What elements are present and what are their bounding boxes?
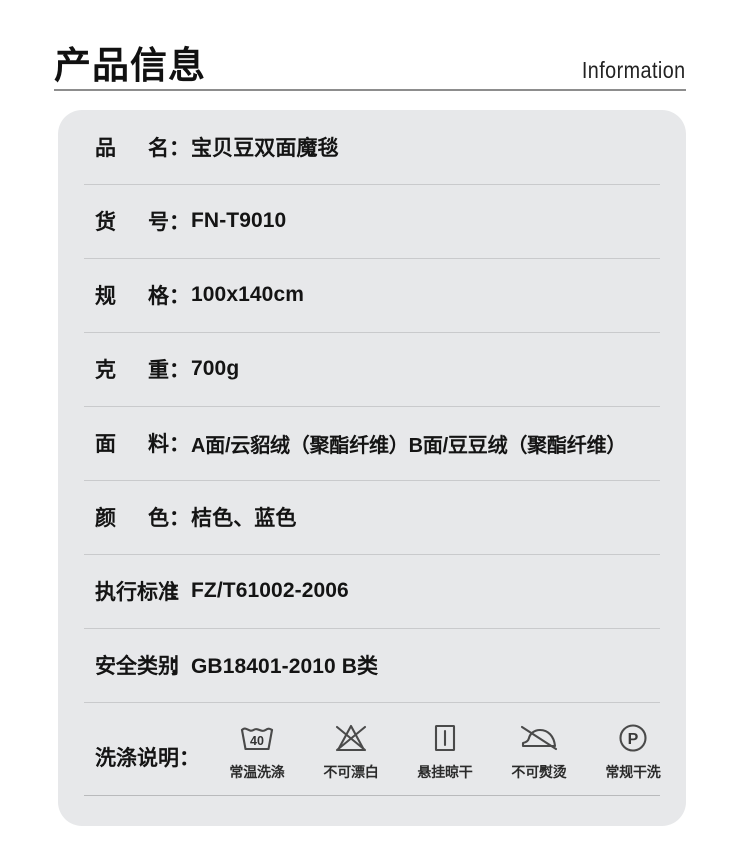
spec-row-value: FZ/T61002-2006	[191, 579, 349, 602]
dry-clean-p-icon: P	[619, 723, 647, 752]
spec-row-value: A面/云貂绒（聚酯纤维）B面/豆豆绒（聚酯纤维）	[191, 434, 627, 457]
care-symbol-glyph: P	[613, 719, 653, 757]
care-symbol-label: 不可漂白	[323, 763, 379, 780]
line-dry-icon	[434, 724, 456, 751]
do-not-iron-icon	[520, 725, 558, 750]
care-symbol-item: P 常规干洗	[594, 719, 672, 782]
care-symbol-glyph: 40	[237, 719, 277, 757]
spec-row-colon: ：	[169, 655, 190, 678]
spec-row: 货号 ： FN-T9010	[58, 184, 686, 258]
page-title: 产品信息	[54, 45, 206, 86]
spec-row: 品名 ： 宝贝豆双面魔毯	[58, 110, 686, 184]
spec-row: 执行标准 ： FZ/T61002-2006	[58, 554, 686, 628]
spec-row-value: 桔色、蓝色	[191, 507, 297, 530]
spec-row-value: 700g	[191, 357, 240, 380]
care-instructions-row: 洗涤说明： 40 常温洗涤 不可漂白 悬挂晾干 不可熨烫 P 常规干洗	[58, 702, 686, 798]
do-not-bleach-icon	[335, 724, 367, 751]
spec-row-label: 安全类别	[95, 655, 179, 678]
svg-text:P: P	[628, 731, 639, 748]
spec-row-colon: ：	[169, 581, 190, 604]
spec-row-label: 颜色	[95, 507, 169, 530]
spec-row-colon: ：	[169, 359, 190, 382]
spec-row-colon: ：	[169, 137, 190, 160]
spec-row: 安全类别 ： GB18401-2010 B类	[58, 628, 686, 702]
header-divider	[54, 89, 686, 91]
care-symbol-glyph	[517, 719, 561, 757]
spec-row: 颜色 ： 桔色、蓝色	[58, 480, 686, 554]
care-symbol-label: 不可熨烫	[511, 763, 567, 780]
spec-row: 克重 ： 700g	[58, 332, 686, 406]
svg-text:40: 40	[250, 734, 264, 748]
spec-row-colon: ：	[169, 285, 190, 308]
care-symbol-item: 悬挂晾干	[406, 719, 484, 782]
spec-row-colon: ：	[169, 507, 190, 530]
spec-row: 面料 ： A面/云貂绒（聚酯纤维）B面/豆豆绒（聚酯纤维）	[58, 406, 686, 480]
spec-row-label: 规格	[95, 285, 169, 308]
care-symbol-item: 不可漂白	[312, 719, 390, 782]
spec-row-label: 克重	[95, 359, 169, 382]
care-symbol-label: 悬挂晾干	[417, 763, 473, 780]
spec-row-label: 面料	[95, 433, 169, 456]
care-symbol-item: 40 常温洗涤	[218, 719, 296, 782]
spec-row-value: FN-T9010	[191, 209, 287, 232]
spec-row-value: GB18401-2010 B类	[191, 655, 379, 678]
care-instructions-label: 洗涤说明：	[95, 747, 200, 770]
care-symbol-item: 不可熨烫	[500, 719, 578, 782]
spec-row-colon: ：	[169, 211, 190, 234]
spec-row-label: 货号	[95, 211, 169, 234]
spec-row-value: 宝贝豆双面魔毯	[191, 137, 339, 160]
care-symbol-list: 40 常温洗涤 不可漂白 悬挂晾干 不可熨烫 P 常规干洗	[218, 719, 672, 782]
spec-row-colon: ：	[169, 433, 190, 456]
page-header: 产品信息 Information	[54, 22, 686, 84]
spec-table: 品名 ： 宝贝豆双面魔毯 货号 ： FN-T9010 规格 ： 100x140c…	[58, 110, 686, 798]
spec-row-label: 品名	[95, 137, 169, 160]
spec-row-label: 执行标准	[95, 581, 179, 604]
spec-row-value: 100x140cm	[191, 283, 305, 306]
care-symbol-label: 常温洗涤	[229, 763, 285, 780]
wash-tub-40-icon: 40	[240, 726, 274, 750]
page-subtitle: Information	[582, 57, 686, 83]
care-symbol-glyph	[425, 719, 465, 757]
care-symbol-label: 常规干洗	[605, 763, 661, 780]
card-bottom-divider	[84, 795, 660, 796]
spec-row: 规格 ： 100x140cm	[58, 258, 686, 332]
product-info-card: 品名 ： 宝贝豆双面魔毯 货号 ： FN-T9010 规格 ： 100x140c…	[58, 110, 686, 826]
care-symbol-glyph	[331, 719, 371, 757]
